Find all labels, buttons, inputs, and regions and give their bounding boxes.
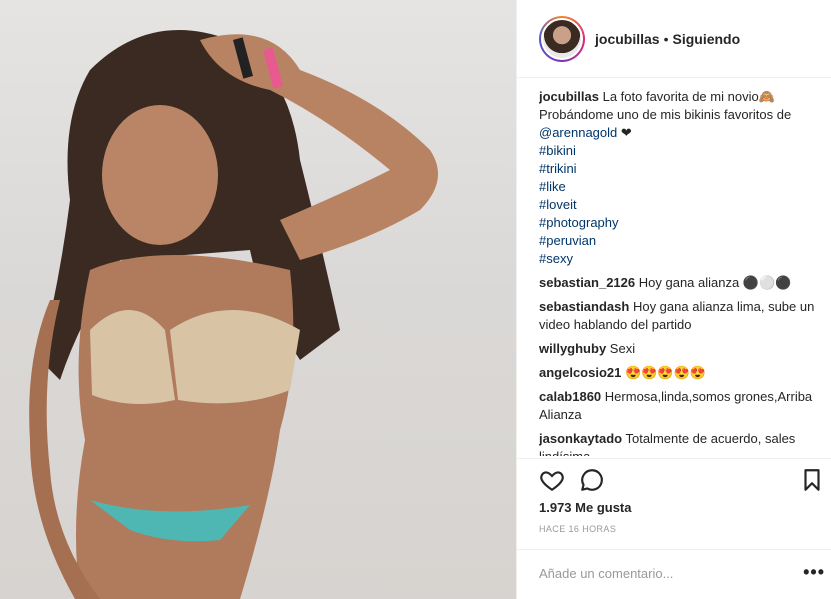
hashtag-link[interactable]: #peruvian bbox=[539, 232, 825, 250]
post-timestamp[interactable]: HACE 16 HORAS bbox=[539, 524, 616, 534]
header-text: jocubillas • Siguiendo bbox=[595, 31, 740, 47]
comment-input[interactable]: Añade un comentario... bbox=[539, 566, 673, 581]
speech-bubble-icon[interactable] bbox=[579, 467, 605, 493]
action-bar bbox=[517, 458, 831, 498]
post-photo[interactable] bbox=[0, 0, 516, 599]
instagram-post: jocubillas • Siguiendo jocubillas La fot… bbox=[0, 0, 831, 599]
post-caption: jocubillas La foto favorita de mi novio🙈… bbox=[539, 88, 825, 268]
hashtag-link[interactable]: #photography bbox=[539, 214, 825, 232]
comment-item: sebastiandash Hoy gana alianza lima, sub… bbox=[539, 298, 825, 334]
comment-username[interactable]: sebastiandash bbox=[539, 299, 629, 314]
comment-text: Sexi bbox=[609, 341, 636, 356]
hashtag-link[interactable]: #bikini bbox=[539, 142, 825, 160]
comment-input-bar: Añade un comentario... ••• bbox=[517, 549, 831, 599]
caption-mention[interactable]: @arennagold bbox=[539, 125, 617, 140]
post-header: jocubillas • Siguiendo bbox=[517, 0, 831, 78]
header-username[interactable]: jocubillas bbox=[595, 31, 660, 47]
hashtag-link[interactable]: #trikini bbox=[539, 160, 825, 178]
likes-count[interactable]: 1.973 Me gusta bbox=[539, 500, 632, 515]
hashtag-link[interactable]: #sexy bbox=[539, 250, 825, 268]
comment-item: willyghuby Sexi bbox=[539, 340, 825, 358]
comment-text: 😍😍😍😍😍 bbox=[625, 365, 706, 380]
comment-item: jasonkaytado Totalmente de acuerdo, sale… bbox=[539, 430, 825, 456]
avatar-image bbox=[541, 17, 583, 60]
comments-list[interactable]: jocubillas La foto favorita de mi novio🙈… bbox=[539, 88, 825, 456]
comment-username[interactable]: angelcosio21 bbox=[539, 365, 621, 380]
comment-item: angelcosio21 😍😍😍😍😍 bbox=[539, 364, 825, 382]
hashtag-link[interactable]: #like bbox=[539, 178, 825, 196]
comment-text: Hoy gana alianza ⚫⚪⚫ bbox=[638, 275, 792, 290]
comment-item: sebastian_2126 Hoy gana alianza ⚫⚪⚫ bbox=[539, 274, 825, 292]
comment-username[interactable]: sebastian_2126 bbox=[539, 275, 635, 290]
caption-emoji: ❤ bbox=[620, 125, 632, 140]
caption-username[interactable]: jocubillas bbox=[539, 89, 599, 104]
comment-username[interactable]: jasonkaytado bbox=[539, 431, 622, 446]
comment-item: calab1860 Hermosa,linda,somos grones,Arr… bbox=[539, 388, 825, 424]
avatar[interactable] bbox=[539, 15, 585, 62]
comment-username[interactable]: willyghuby bbox=[539, 341, 606, 356]
header-separator: • bbox=[663, 30, 669, 47]
heart-icon[interactable] bbox=[539, 467, 565, 493]
following-button[interactable]: Siguiendo bbox=[672, 31, 740, 47]
more-options-button[interactable]: ••• bbox=[803, 562, 825, 583]
bookmark-icon[interactable] bbox=[799, 467, 825, 493]
post-sidebar: jocubillas • Siguiendo jocubillas La fot… bbox=[516, 0, 831, 599]
comment-username[interactable]: calab1860 bbox=[539, 389, 601, 404]
photo-illustration bbox=[29, 30, 438, 599]
hashtag-link[interactable]: #loveit bbox=[539, 196, 825, 214]
